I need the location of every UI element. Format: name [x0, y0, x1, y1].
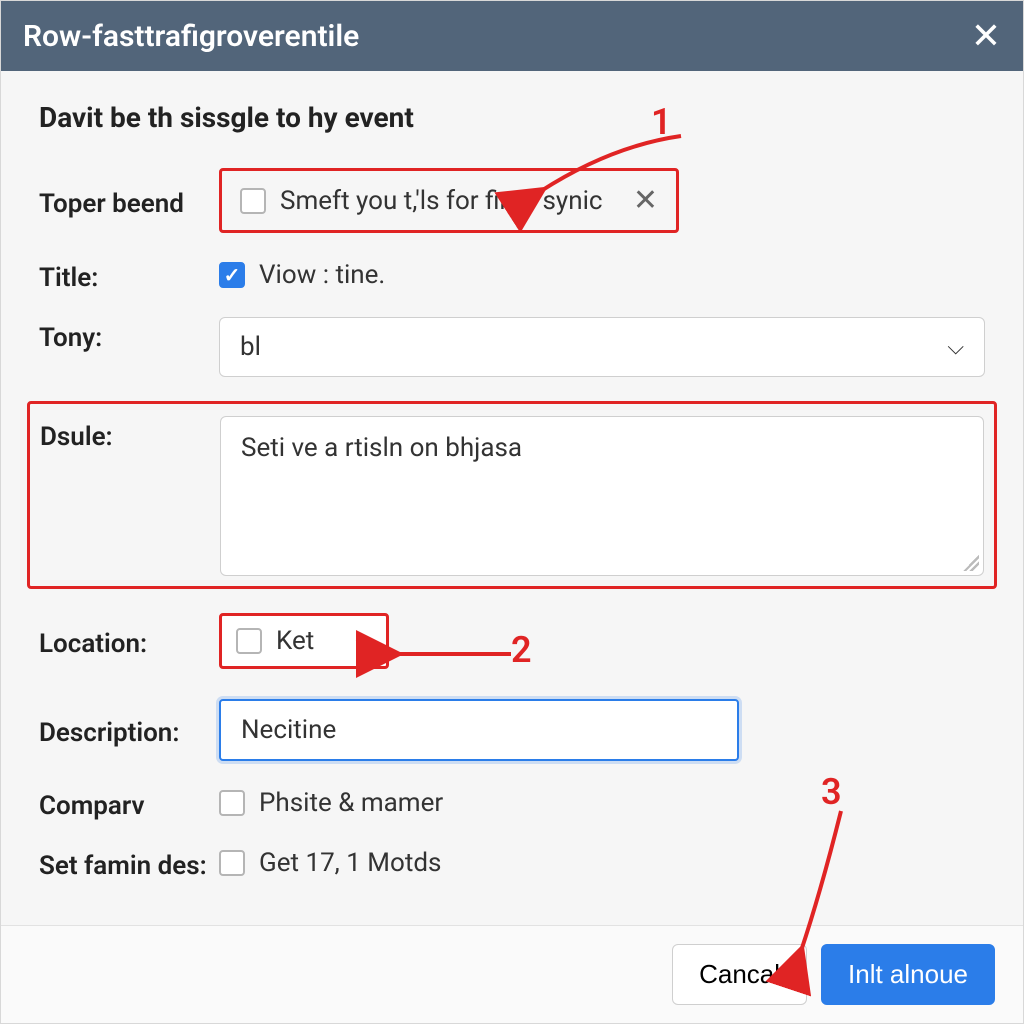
row-setfamin: Set famin des: Get 17, 1 Motds — [39, 845, 985, 881]
label-tony: Tony: — [39, 317, 219, 353]
tony-value: bl — [240, 332, 261, 362]
setfamin-text: Get 17, 1 Motds — [259, 848, 441, 878]
row-toper: Toper beend Smeft you t,'ls for fime syn… — [39, 168, 985, 233]
location-select[interactable]: Ket ⌵ — [219, 613, 389, 669]
title-text: Viow : tine. — [259, 260, 385, 290]
dialog-heading: Davit be th sissgle to hy event — [39, 101, 985, 134]
setfamin-field: Get 17, 1 Motds — [219, 848, 441, 878]
description-value: Necitine — [241, 715, 336, 745]
setfamin-checkbox[interactable] — [219, 850, 245, 876]
label-dsule: Dsule: — [40, 416, 220, 452]
dsule-textarea[interactable]: Seti ve a rtisln on bhjasa — [220, 416, 984, 576]
label-toper: Toper beend — [39, 183, 219, 219]
chevron-down-icon: ⌵ — [355, 629, 372, 654]
company-checkbox[interactable] — [219, 790, 245, 816]
clear-icon[interactable]: ✕ — [633, 183, 658, 218]
dsule-value: Seti ve a rtisln on bhjasa — [241, 433, 522, 463]
dialog-footer: Cancal Inlt alnoue — [1, 925, 1023, 1023]
toper-checkbox[interactable] — [240, 188, 266, 214]
label-title: Title: — [39, 257, 219, 293]
toper-text: Smeft you t,'ls for fime synic — [280, 186, 623, 216]
dialog-title: Row-fasttrafigroverentile — [23, 19, 359, 54]
row-location: Location: Ket ⌵ — [39, 613, 985, 669]
dialog-window: Row-fasttrafigroverentile ✕ Davit be th … — [0, 0, 1024, 1024]
dsule-highlight: Dsule: Seti ve a rtisln on bhjasa — [27, 401, 997, 589]
row-description: Description: Necitine — [39, 699, 985, 761]
company-text: Phsite & mamer — [259, 788, 443, 818]
description-input[interactable]: Necitine — [219, 699, 739, 761]
title-checkbox[interactable] — [219, 262, 245, 288]
label-description: Description: — [39, 712, 219, 748]
dialog-body: Davit be th sissgle to hy event Toper be… — [1, 71, 1023, 925]
row-company: Comparv Phsite & mamer — [39, 785, 985, 821]
location-value: Ket — [276, 626, 314, 656]
row-tony: Tony: bl ⌵ — [39, 317, 985, 377]
cancel-button[interactable]: Cancal — [672, 944, 807, 1005]
row-dsule: Dsule: Seti ve a rtisln on bhjasa — [40, 416, 984, 576]
submit-button[interactable]: Inlt alnoue — [821, 944, 995, 1005]
tony-select[interactable]: bl ⌵ — [219, 317, 985, 377]
location-checkbox[interactable] — [236, 628, 262, 654]
company-field: Phsite & mamer — [219, 788, 443, 818]
row-title: Title: Viow : tine. — [39, 257, 985, 293]
label-company: Comparv — [39, 785, 219, 821]
titlebar: Row-fasttrafigroverentile ✕ — [1, 1, 1023, 71]
resize-grip-icon[interactable] — [963, 555, 979, 571]
close-icon[interactable]: ✕ — [971, 18, 1001, 54]
title-field: Viow : tine. — [219, 260, 385, 290]
label-location: Location: — [39, 623, 219, 659]
label-setfamin: Set famin des: — [39, 845, 219, 881]
chevron-down-icon: ⌵ — [947, 335, 964, 360]
toper-field[interactable]: Smeft you t,'ls for fime synic ✕ — [219, 168, 679, 233]
